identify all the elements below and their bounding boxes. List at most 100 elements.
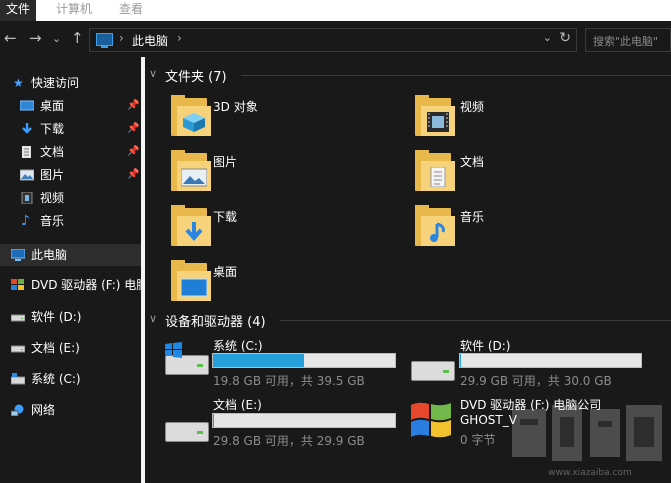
search-input[interactable]: 搜索"此电脑" bbox=[585, 28, 671, 52]
drive-name: 软件 (D:) bbox=[460, 339, 511, 353]
folder-name: 音乐 bbox=[460, 210, 485, 224]
sidebar-item-label: 快速访问 bbox=[31, 76, 80, 90]
video-icon bbox=[21, 192, 33, 204]
folder-name: 视频 bbox=[460, 100, 485, 114]
3d-objects-folder-icon bbox=[171, 95, 211, 137]
system-drive-icon bbox=[11, 373, 25, 385]
drives-section-header[interactable]: ∨ 设备和驱动器 (4) bbox=[145, 310, 671, 330]
sidebar-item-label: 软件 (D:) bbox=[31, 310, 82, 324]
desktop-folder-icon bbox=[171, 260, 211, 302]
sidebar-item-label: 视频 bbox=[40, 191, 65, 205]
back-button[interactable]: ← bbox=[4, 29, 17, 47]
drive-icon bbox=[11, 345, 25, 353]
folders-section-header[interactable]: ∨ 文件夹 (7) bbox=[145, 65, 671, 85]
dvd-drive-icon bbox=[411, 402, 451, 438]
sidebar-item-this-pc[interactable]: 此电脑 bbox=[0, 244, 141, 266]
network-icon bbox=[11, 404, 24, 416]
documents-folder-icon bbox=[415, 150, 455, 192]
watermark-logo: www.xiazaiba.com bbox=[512, 405, 662, 478]
pin-icon[interactable]: 📌 bbox=[127, 95, 139, 117]
pin-icon[interactable]: 📌 bbox=[127, 118, 139, 140]
address-bar[interactable]: › 此电脑 › ⌄ ↻ bbox=[89, 28, 577, 52]
drive-space-info: 29.9 GB 可用，共 30.0 GB bbox=[460, 374, 612, 388]
drive-name: 文档 (E:) bbox=[213, 398, 262, 412]
sidebar-item-label: 文档 (E:) bbox=[31, 341, 80, 355]
sidebar-item-label: 桌面 bbox=[40, 99, 65, 113]
drive-space-info: 29.8 GB 可用，共 29.9 GB bbox=[213, 434, 365, 448]
pin-icon[interactable]: 📌 bbox=[127, 141, 139, 163]
navigation-bar: ← → ⌄ ↑ › 此电脑 › ⌄ ↻ 搜索"此电脑" bbox=[0, 21, 671, 57]
chevron-down-icon[interactable]: ∨ bbox=[149, 312, 157, 325]
sidebar-item-quick-access[interactable]: ★ 快速访问 bbox=[0, 72, 141, 94]
system-drive-icon bbox=[165, 342, 209, 375]
section-title: 文件夹 (7) bbox=[165, 70, 227, 85]
refresh-icon[interactable]: ↻ bbox=[559, 30, 571, 46]
drive-icon bbox=[165, 418, 209, 442]
folder-name: 桌面 bbox=[213, 265, 238, 279]
download-icon bbox=[22, 123, 32, 134]
sidebar-item-label: 图片 bbox=[40, 168, 65, 182]
svg-text:www.xiazaiba.com: www.xiazaiba.com bbox=[548, 468, 632, 478]
folder-name: 文档 bbox=[460, 155, 485, 169]
drive-space-info: 19.8 GB 可用，共 39.5 GB bbox=[213, 374, 365, 388]
chevron-down-icon[interactable]: ∨ bbox=[149, 67, 157, 80]
address-separator[interactable]: › bbox=[119, 31, 124, 45]
section-title: 设备和驱动器 (4) bbox=[165, 315, 266, 330]
folder-name: 图片 bbox=[213, 155, 238, 169]
videos-folder-icon bbox=[415, 95, 455, 137]
navigation-pane: ★ 快速访问 桌面 📌 下载 📌 文档 📌 图片 📌 视频 ♪ 音乐 此电脑 D… bbox=[0, 57, 148, 483]
address-separator-2[interactable]: › bbox=[177, 31, 182, 45]
tab-view[interactable]: 查看 bbox=[119, 0, 143, 21]
section-divider bbox=[241, 75, 671, 76]
drive-space-info: 0 字节 bbox=[460, 433, 496, 447]
sidebar-item-label: 此电脑 bbox=[31, 248, 68, 262]
star-icon: ★ bbox=[13, 76, 24, 90]
sidebar-item-label: DVD 驱动器 (F:) 电脑 bbox=[31, 278, 149, 292]
section-divider bbox=[280, 320, 671, 321]
sidebar-item-downloads[interactable]: 下载 📌 bbox=[0, 118, 141, 140]
folder-name: 下载 bbox=[213, 210, 238, 224]
tab-file[interactable]: 文件 bbox=[0, 0, 37, 21]
pin-icon[interactable]: 📌 bbox=[127, 164, 139, 186]
document-icon bbox=[22, 146, 31, 158]
search-placeholder: 搜索"此电脑" bbox=[593, 35, 659, 48]
sidebar-item-pictures[interactable]: 图片 📌 bbox=[0, 164, 141, 186]
tab-computer[interactable]: 计算机 bbox=[56, 0, 92, 21]
this-pc-icon bbox=[11, 249, 25, 261]
dvd-icon bbox=[11, 279, 24, 290]
ribbon-tabs: 文件 计算机 查看 bbox=[0, 0, 671, 21]
breadcrumb-this-pc[interactable]: 此电脑 bbox=[132, 32, 168, 49]
recent-locations-button[interactable]: ⌄ bbox=[52, 30, 61, 48]
up-button[interactable]: ↑ bbox=[71, 29, 84, 47]
sidebar-item-dvd[interactable]: DVD 驱动器 (F:) 电脑 bbox=[0, 274, 148, 296]
sidebar-item-music[interactable]: ♪ 音乐 bbox=[0, 210, 141, 232]
this-pc-icon bbox=[96, 33, 113, 48]
sidebar-item-documents[interactable]: 文档 📌 bbox=[0, 141, 141, 163]
music-folder-icon bbox=[415, 205, 455, 247]
drive-icon bbox=[11, 314, 25, 322]
drive-name: 系统 (C:) bbox=[213, 339, 263, 353]
sidebar-item-videos[interactable]: 视频 bbox=[0, 187, 141, 209]
sidebar-item-label: 文档 bbox=[40, 145, 65, 159]
drive-icon bbox=[411, 357, 455, 381]
folder-name: 3D 对象 bbox=[213, 100, 258, 114]
drive-usage-bar bbox=[212, 353, 396, 368]
drive-usage-bar bbox=[212, 413, 396, 428]
downloads-folder-icon bbox=[171, 205, 211, 247]
picture-icon bbox=[20, 169, 34, 181]
sidebar-item-network[interactable]: 网络 bbox=[0, 399, 141, 421]
sidebar-item-label: 网络 bbox=[31, 403, 56, 417]
sidebar-item-drive-c[interactable]: 系统 (C:) bbox=[0, 368, 141, 390]
music-icon: ♪ bbox=[21, 213, 30, 229]
sidebar-item-label: 下载 bbox=[40, 122, 65, 136]
sidebar-item-label: 系统 (C:) bbox=[31, 372, 81, 386]
pictures-folder-icon bbox=[171, 150, 211, 192]
desktop-icon bbox=[20, 100, 34, 111]
sidebar-item-drive-e[interactable]: 文档 (E:) bbox=[0, 337, 141, 359]
address-dropdown-icon[interactable]: ⌄ bbox=[543, 31, 552, 44]
forward-button[interactable]: → bbox=[29, 29, 42, 47]
sidebar-item-label: 音乐 bbox=[40, 214, 65, 228]
sidebar-item-desktop[interactable]: 桌面 📌 bbox=[0, 95, 141, 117]
drive-usage-bar bbox=[459, 353, 642, 368]
sidebar-item-drive-d[interactable]: 软件 (D:) bbox=[0, 306, 141, 328]
